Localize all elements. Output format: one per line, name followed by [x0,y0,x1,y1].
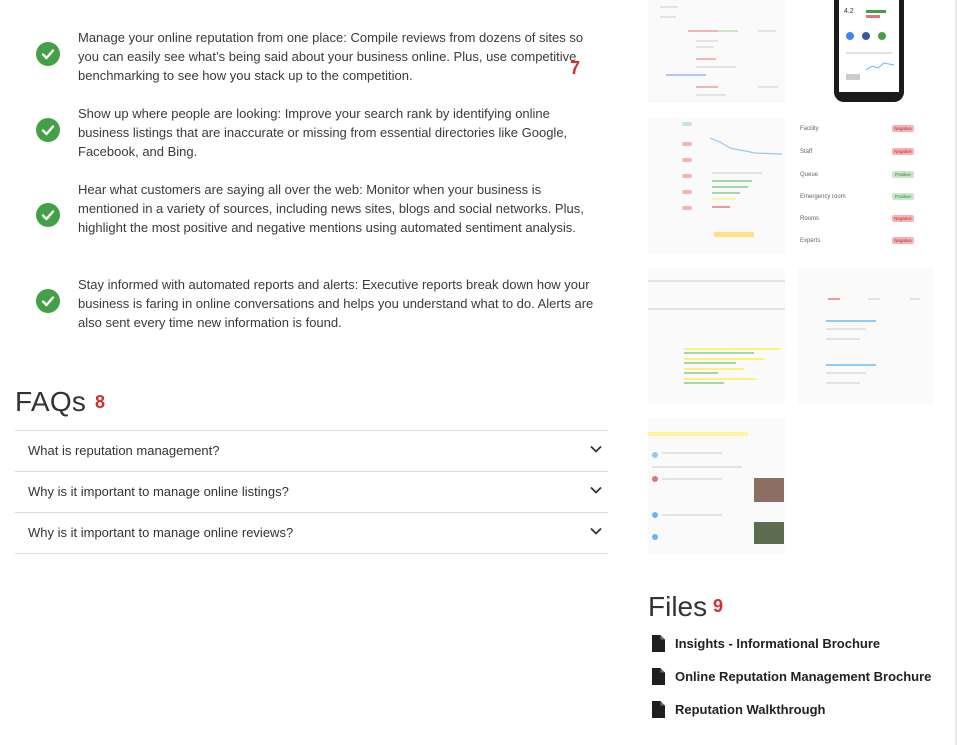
feature-item: Hear what customers are saying all over … [36,180,596,237]
file-label[interactable]: Online Reputation Management Brochure [675,669,931,684]
faq-item[interactable]: What is reputation management? [15,431,608,472]
check-circle-icon [36,203,60,227]
sentiment-row: Rooms Negative [800,214,933,226]
feature-item: Show up where people are looking: Improv… [36,104,596,161]
faq-heading: FAQs [15,386,87,417]
file-label[interactable]: Reputation Walkthrough [675,702,825,717]
file-label[interactable]: Insights - Informational Brochure [675,636,880,651]
check-circle-icon [36,42,60,66]
annotation-marker: 7 [570,58,581,78]
sentiment-row: Emergency room Positive [800,192,933,204]
gallery-thumbnail-alerts[interactable] [798,268,934,404]
chevron-down-icon[interactable] [590,445,602,453]
chevron-down-icon[interactable] [590,486,602,494]
faq-question: Why is it important to manage online lis… [28,484,289,499]
screenshot-gallery: 4.2 Facility Negative Staff Negative Que… [648,0,938,560]
faq-question: Why is it important to manage online rev… [28,525,294,540]
files-heading: Files [648,591,708,622]
gallery-thumbnail-mentions[interactable] [648,418,785,554]
feature-text: Manage your online reputation from one p… [78,30,584,83]
sentiment-row: Experts Negative [800,236,933,248]
faq-question: What is reputation management? [28,443,220,458]
check-circle-icon [36,289,60,313]
gallery-thumbnail-mobile[interactable]: 4.2 [798,0,935,103]
sentiment-row: Facility Negative [800,124,933,136]
feature-text: Show up where people are looking: Improv… [78,106,568,159]
chevron-down-icon[interactable] [590,527,602,535]
annotation-marker: 9 [713,596,724,616]
document-icon [652,668,665,685]
gallery-thumbnail-sentiment[interactable]: Facility Negative Staff Negative Queue P… [798,118,935,254]
document-icon [652,635,665,652]
sentiment-row: Queue Positive [800,170,933,182]
sentiment-row: Staff Negative [800,147,933,159]
feature-item: Manage your online reputation from one p… [36,28,596,85]
check-circle-icon [36,118,60,142]
faq-accordion: What is reputation management? Why is it… [15,430,608,554]
faq-item[interactable]: Why is it important to manage online rev… [15,513,608,554]
gallery-thumbnail-competitors[interactable] [648,268,785,404]
phone-rating-value: 4.2 [844,8,854,15]
annotation-marker: 8 [95,392,106,412]
feature-text: Hear what customers are saying all over … [78,182,584,235]
feature-item: Stay informed with automated reports and… [36,275,596,332]
faq-item[interactable]: Why is it important to manage online lis… [15,472,608,513]
gallery-thumbnail-listings[interactable] [648,0,785,103]
gallery-thumbnail-dashboard[interactable] [648,118,785,254]
document-icon [652,701,665,718]
feature-text: Stay informed with automated reports and… [78,277,594,330]
